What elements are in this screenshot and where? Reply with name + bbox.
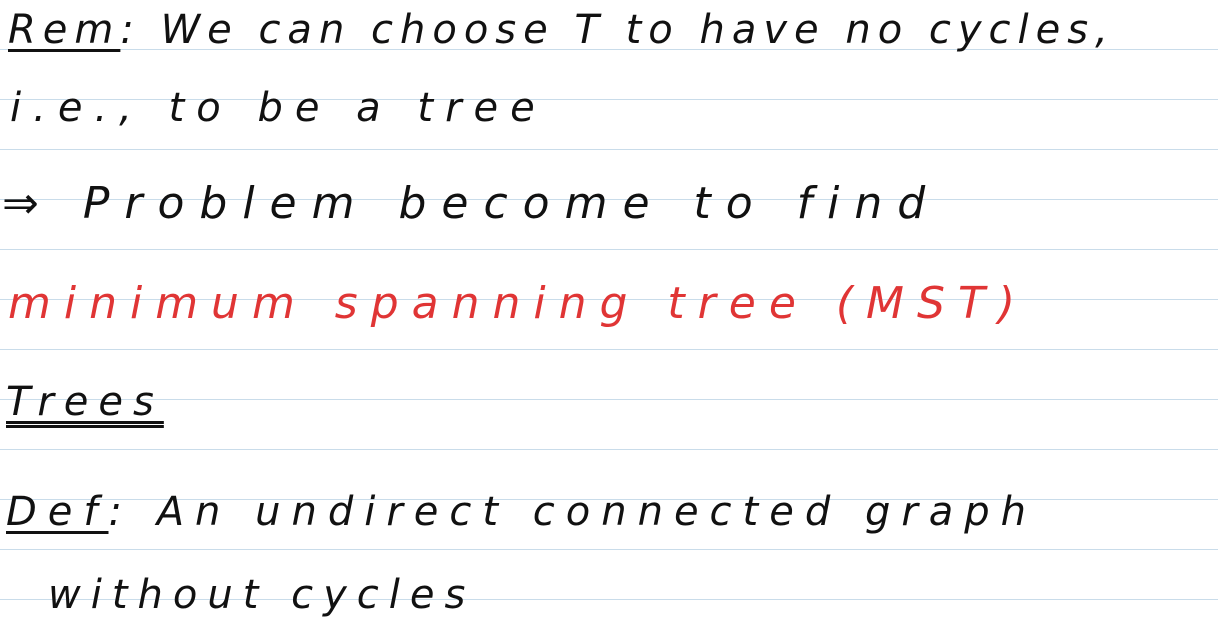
mst-text: minimum spanning tree (MST) xyxy=(8,278,1028,329)
notebook-page: Rem: We can choose T to have no cycles, … xyxy=(0,0,1218,644)
definition-continuation-text: without cycles xyxy=(48,572,476,618)
remark-text: : We can choose T to have no cycles, xyxy=(120,7,1115,53)
implies-arrow-icon: ⇒ xyxy=(2,178,54,229)
definition-continuation: without cycles xyxy=(48,575,475,615)
remark-label: Rem xyxy=(8,7,121,53)
mst-highlight: minimum spanning tree (MST) xyxy=(8,282,1028,326)
trees-heading: Trees xyxy=(6,379,164,425)
implication-line: ⇒ Problem become to find xyxy=(2,182,940,226)
definition-text: : An undirect connected graph xyxy=(108,489,1038,535)
remark-continuation-text: i.e., to be a tree xyxy=(10,85,547,131)
definition-label: Def xyxy=(6,489,109,535)
remark-continuation: i.e., to be a tree xyxy=(10,88,547,128)
remark-line: Rem: We can choose T to have no cycles, xyxy=(8,10,1115,50)
implication-text: Problem become to find xyxy=(53,178,941,229)
section-heading: Trees xyxy=(6,382,164,422)
definition-line: Def: An undirect connected graph xyxy=(6,492,1037,532)
